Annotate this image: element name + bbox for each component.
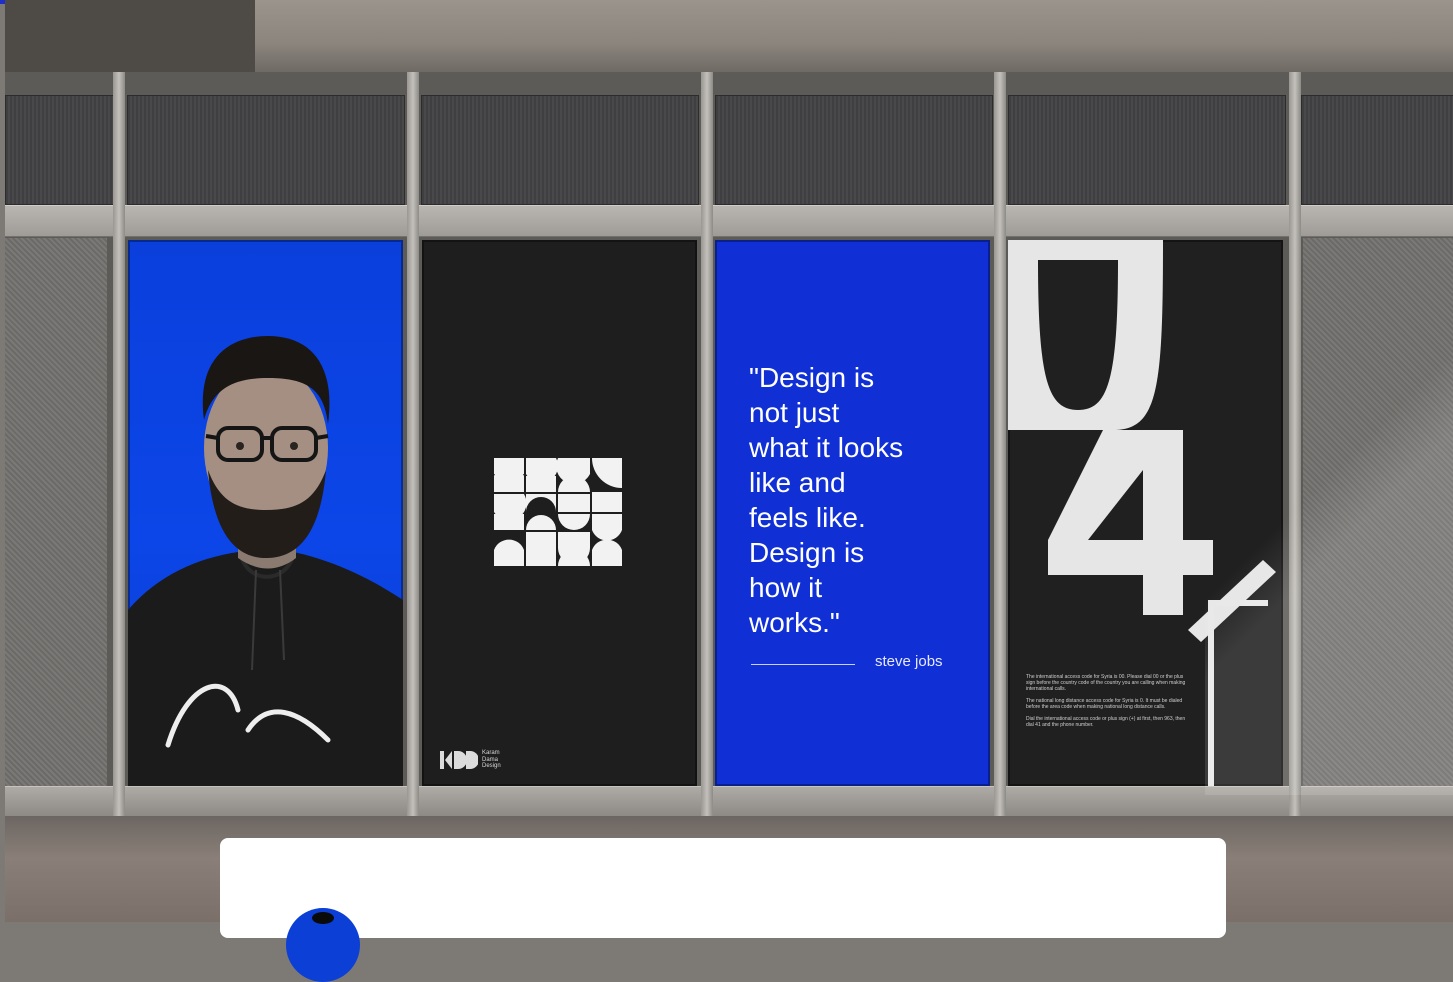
poster-quote: "Design is not just what it looks like a…: [715, 240, 990, 786]
perforated-panel-left: [5, 238, 107, 786]
vent-panel: [1301, 95, 1453, 205]
avatar-hair: [312, 912, 334, 924]
brand-name: Karam Dama Design: [482, 750, 501, 769]
fine-print-paragraph: The international access code for Syria …: [1026, 674, 1186, 692]
frame-post: [113, 72, 125, 816]
vent-panel: [127, 95, 405, 205]
frame-post: [701, 72, 713, 816]
vent-panel: [5, 95, 115, 205]
sunlight-overlay: [1205, 235, 1453, 795]
poster-brand-mark: Karam Dama Design: [422, 240, 697, 786]
vent-panel: [715, 95, 993, 205]
quote-author: steve jobs: [875, 653, 943, 670]
overhang-shadow: [5, 0, 255, 72]
poster-portrait: [128, 240, 403, 786]
kdd-logo-icon: [440, 750, 478, 769]
upper-rail: [5, 205, 1453, 237]
fine-print-paragraph: Dial the international access code or pl…: [1026, 716, 1186, 728]
frame-post: [407, 72, 419, 816]
quote-divider: [751, 664, 855, 665]
content-card: [220, 838, 1226, 982]
fine-print: The international access code for Syria …: [1026, 674, 1188, 734]
poster-mockup-image: Karam Dama Design "Design is not just wh…: [5, 0, 1453, 922]
geometric-logo-icon: [494, 458, 622, 566]
quote-text: "Design is not just what it looks like a…: [749, 362, 904, 638]
frame-post: [994, 72, 1006, 816]
vent-panel: [421, 95, 699, 205]
brand-logo: Karam Dama Design: [440, 750, 512, 770]
author-avatar[interactable]: [286, 908, 360, 982]
fine-print-paragraph: The national long distance access code f…: [1026, 698, 1183, 710]
vent-panel: [1008, 95, 1286, 205]
portrait-photo: [128, 336, 403, 786]
